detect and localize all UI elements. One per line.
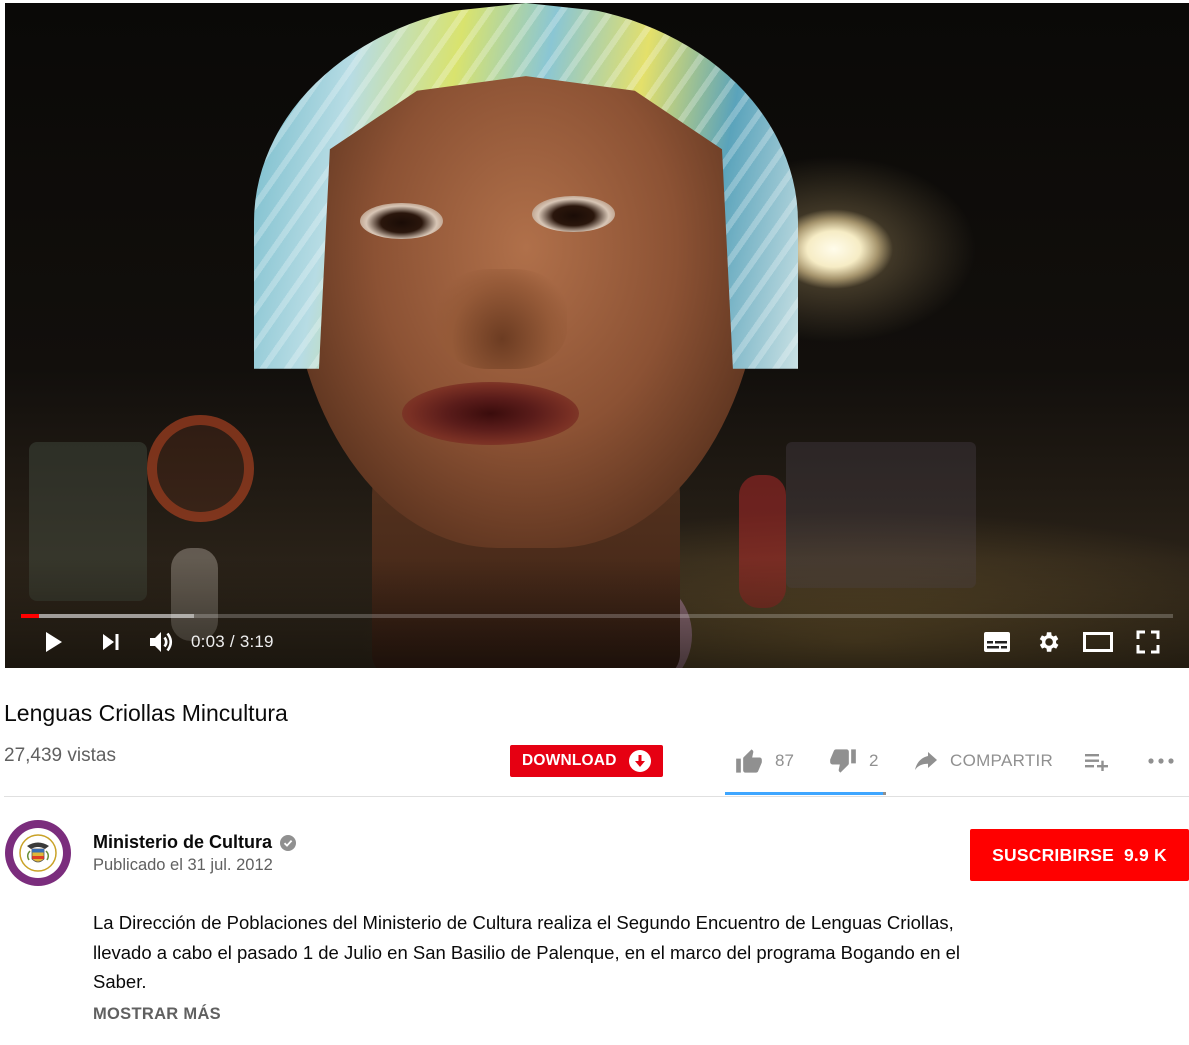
time-separator: / [229, 632, 235, 651]
verified-check-icon [280, 834, 297, 851]
subscriber-count: 9.9 K [1123, 844, 1167, 865]
time-display: 0:03/3:19 [191, 632, 274, 652]
next-button[interactable] [95, 627, 127, 657]
dislike-button[interactable]: 2 [829, 746, 878, 776]
current-time: 0:03 [191, 632, 225, 651]
subject-eye [531, 195, 615, 233]
play-icon [46, 632, 62, 652]
subject-mouth [401, 382, 580, 446]
video-player[interactable]: 0:03/3:19 [5, 3, 1189, 668]
volume-icon [150, 632, 173, 652]
channel-avatar[interactable] [5, 820, 71, 886]
share-button[interactable]: COMPARTIR [914, 746, 1053, 776]
share-arrow-icon [915, 752, 937, 770]
thumbs-up-icon [736, 749, 762, 773]
progress-buffered [21, 614, 194, 618]
channel-name-text: Ministerio de Cultura [93, 832, 273, 852]
video-description: La Dirección de Poblaciones del Minister… [93, 912, 961, 992]
volume-button[interactable] [145, 627, 179, 657]
thumbs-down-icon [830, 749, 856, 773]
add-to-playlist-icon [1085, 754, 1108, 771]
like-ratio-fill [725, 792, 883, 795]
settings-icon [1039, 632, 1059, 652]
like-dislike-ratio-bar [725, 792, 886, 795]
more-actions-button[interactable] [1147, 746, 1175, 776]
progress-bar[interactable] [21, 614, 1173, 618]
theater-mode-icon [1083, 632, 1113, 652]
video-title: Lenguas Criollas Mincultura [4, 700, 288, 726]
download-icon [629, 750, 651, 772]
colombia-coat-of-arms-icon [13, 828, 63, 878]
fullscreen-icon [1136, 630, 1160, 654]
like-button[interactable]: 87 [735, 746, 794, 776]
download-button[interactable]: DOWNLOAD [510, 745, 663, 777]
share-label: COMPARTIR [950, 751, 1054, 770]
like-count: 87 [775, 751, 794, 770]
subscribe-button[interactable]: SUSCRIBIRSE 9.9 K [970, 829, 1189, 881]
subtitles-icon [984, 632, 1010, 652]
theater-mode-button[interactable] [1081, 627, 1115, 657]
section-divider [4, 796, 1189, 797]
dislike-count: 2 [869, 751, 879, 770]
channel-name[interactable]: Ministerio de Cultura [93, 832, 297, 853]
subscribe-label: SUSCRIBIRSE [992, 844, 1114, 865]
fullscreen-button[interactable] [1132, 627, 1164, 657]
play-button[interactable] [37, 627, 69, 657]
show-more-button[interactable]: MOSTRAR MÁS [93, 1005, 221, 1024]
settings-button[interactable] [1032, 627, 1064, 657]
save-to-playlist-button[interactable] [1084, 746, 1110, 776]
next-icon [103, 634, 119, 650]
subject-nose [437, 269, 568, 369]
subtitles-button[interactable] [981, 627, 1013, 657]
progress-played [21, 614, 40, 618]
background-bokeh [147, 415, 254, 522]
subject-eye [360, 202, 444, 240]
more-horizontal-icon [1148, 758, 1174, 764]
download-label: DOWNLOAD [522, 752, 617, 769]
publish-date: Publicado el 31 jul. 2012 [93, 856, 273, 874]
view-count: 27,439 vistas [4, 745, 116, 766]
duration: 3:19 [239, 632, 274, 651]
